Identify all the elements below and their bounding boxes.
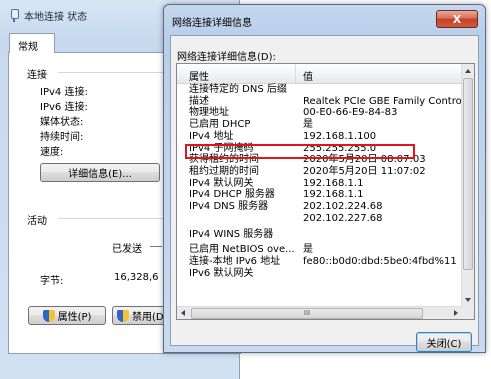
horizontal-scrollbar[interactable]: III [177, 306, 462, 319]
listview-header: 属性 值 [177, 64, 462, 84]
table-row[interactable]: 物理地址 00-E0-66-E9-84-83 [177, 107, 462, 119]
vertical-scrollbar[interactable] [461, 64, 474, 307]
table-row[interactable]: 描述 Realtek PCIe GBE Family Contro [177, 96, 462, 108]
scrollbar-corner [462, 307, 474, 319]
duration-label: 持续时间: [40, 132, 84, 143]
table-row[interactable]: IPv4 默认网关 192.168.1.1 [177, 178, 462, 190]
close-button[interactable]: 关闭(C) [416, 332, 472, 352]
scroll-right-icon[interactable] [454, 310, 458, 316]
tab-general[interactable]: 常规 [9, 33, 55, 53]
dialog-title: 网络连接详细信息 [172, 18, 252, 29]
activity-heading: 活动 [27, 216, 47, 227]
column-header-property[interactable]: 属性 [189, 68, 209, 83]
media-state-label: 媒体状态: [40, 117, 84, 128]
properties-button[interactable]: 属性(P) [28, 306, 106, 325]
close-icon[interactable]: X [436, 10, 478, 28]
shield-icon [117, 309, 129, 322]
table-row[interactable]: 202.102.227.68 [177, 213, 462, 225]
column-separator[interactable] [295, 64, 296, 83]
bytes-label: 字节: [40, 276, 64, 287]
table-row[interactable]: IPv6 默认网关 [177, 268, 462, 280]
column-header-value[interactable]: 值 [303, 68, 313, 83]
dialog-body: 网络连接详细信息(D): 属性 值 连接特定的 DNS 后缀 描述 Realtek… [170, 35, 479, 352]
details-rows: 连接特定的 DNS 后缀 描述 Realtek PCIe GBE Family C… [177, 84, 462, 307]
network-connection-details-dialog: 网络连接详细信息 X 网络连接详细信息(D): 属性 值 连接特定的 DNS 后… [163, 4, 486, 353]
vertical-scroll-thumb[interactable] [463, 78, 473, 270]
divider [150, 246, 162, 247]
bytes-sent-value: 16,328,6 [114, 272, 159, 283]
mac-address-highlight-box [185, 144, 415, 159]
horizontal-scroll-thumb[interactable]: III [191, 308, 423, 319]
disable-button-label: 禁用(D [132, 312, 164, 323]
scroll-up-icon[interactable] [465, 69, 471, 73]
details-listview[interactable]: 属性 值 连接特定的 DNS 后缀 描述 Realtek PCIe GBE Fam… [176, 63, 475, 320]
scroll-left-icon[interactable] [181, 310, 185, 316]
table-row[interactable]: 连接特定的 DNS 后缀 [177, 84, 462, 96]
window-title-bar: 本地连接 状态 [8, 7, 87, 23]
speed-label: 速度: [40, 147, 64, 158]
table-row[interactable]: 租约过期的时间 2020年5月20日 11:07:02 [177, 166, 462, 178]
shield-icon [42, 309, 55, 322]
table-row[interactable]: IPv4 WINS 服务器 [177, 229, 462, 241]
connection-heading: 连接 [27, 70, 47, 81]
table-row[interactable]: IPv4 DHCP 服务器 192.168.1.1 [177, 189, 462, 201]
details-list-label: 网络连接详细信息(D): [177, 52, 276, 63]
table-row[interactable]: 已启用 NetBIOS ove... 是 [177, 244, 462, 256]
table-row[interactable]: IPv4 DNS 服务器 202.102.224.68 [177, 201, 462, 213]
network-icon [8, 8, 20, 22]
ipv4-connection-label: IPv4 连接: [40, 87, 88, 98]
scroll-down-icon[interactable] [465, 298, 471, 302]
ipv6-connection-label: IPv6 连接: [40, 102, 88, 113]
details-button[interactable]: 详细信息(E)... [40, 163, 160, 182]
properties-button-label: 属性(P) [57, 312, 92, 323]
sent-label: 已发送 [112, 244, 142, 255]
table-row[interactable]: 已启用 DHCP 是 [177, 119, 462, 131]
table-row[interactable]: 连接-本地 IPv6 地址 fe80::b0d0:dbd:5be0:4fbd%11 [177, 256, 462, 268]
table-row[interactable]: IPv4 地址 192.168.1.100 [177, 131, 462, 143]
window-title: 本地连接 状态 [24, 11, 88, 23]
